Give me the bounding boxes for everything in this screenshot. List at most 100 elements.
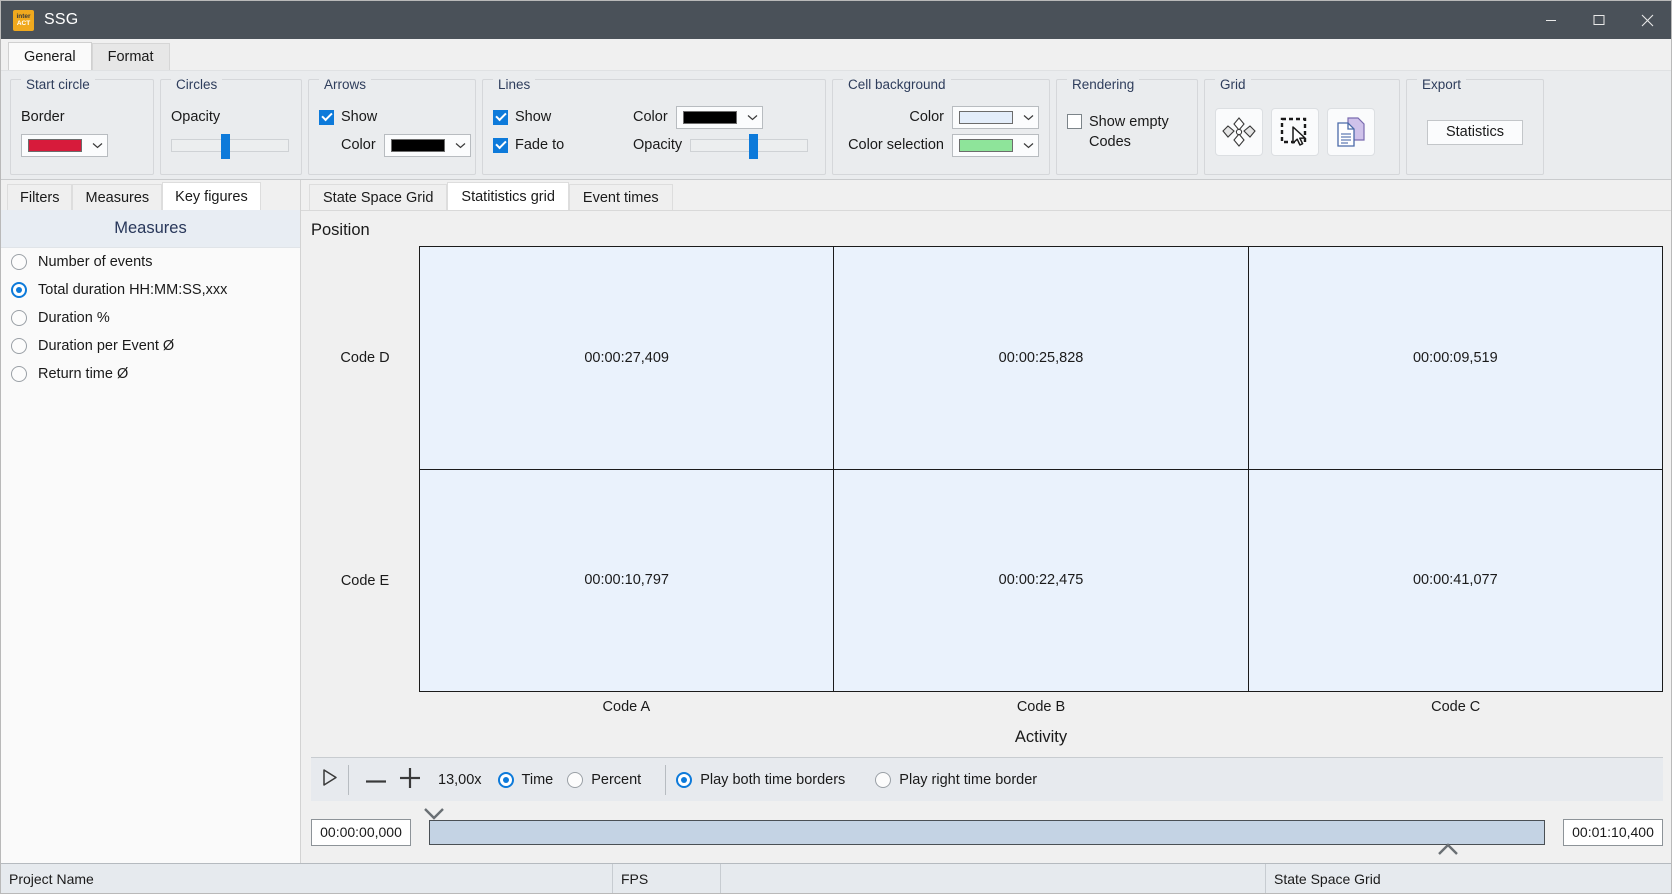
radio-button <box>875 771 892 788</box>
cell-code-d-code-b[interactable]: 00:00:25,828 <box>833 247 1248 469</box>
radio-button <box>11 338 27 354</box>
playback-mode-label: Time <box>521 771 554 788</box>
row-label-code-d: Code D <box>340 349 390 366</box>
group-circles-title: Circles <box>171 78 223 92</box>
cell-code-d-code-a[interactable]: 00:00:27,409 <box>420 247 834 469</box>
arrows-color-combo[interactable] <box>383 133 471 157</box>
playback-mode-percent[interactable]: Percent <box>567 771 641 788</box>
lines-opacity-slider[interactable] <box>690 133 809 159</box>
timeline-right-marker[interactable] <box>1437 843 1459 860</box>
minimize-button[interactable] <box>1527 1 1575 39</box>
group-cell-background: Cell background Color Color selection <box>832 78 1050 175</box>
export-statistics-button[interactable]: Statistics <box>1426 119 1523 145</box>
measure-option-label: Total duration HH:MM:SS,xxx <box>38 282 228 298</box>
cell-code-d-code-c[interactable]: 00:00:09,519 <box>1247 247 1662 469</box>
statistics-grid-chart: Position Code D Code E 00:00:27,409 00:0… <box>301 210 1671 757</box>
measure-option-label: Return time Ø <box>38 366 129 382</box>
play-right-time-border-option[interactable]: Play right time border <box>875 771 1037 788</box>
play-both-time-borders-option[interactable]: Play both time borders <box>676 771 846 788</box>
group-grid: Grid <box>1204 78 1400 175</box>
end-time-field[interactable]: 00:01:10,400 <box>1563 818 1663 846</box>
group-export: Export Statistics <box>1406 78 1544 175</box>
timeline-track[interactable] <box>429 819 1545 845</box>
minimize-icon <box>1546 20 1556 21</box>
grid-copy-button[interactable] <box>1327 108 1375 156</box>
chart-grid-wrapper: Code D Code E 00:00:27,409 00:00:25,828 … <box>311 246 1663 692</box>
tab-measures[interactable]: Measures <box>72 184 163 210</box>
arrows-color-swatch <box>390 138 445 152</box>
measure-option-return-time[interactable]: Return time Ø <box>1 360 300 388</box>
checkbox-box <box>319 109 334 125</box>
left-panel: Filters Measures Key figures Measures Nu… <box>1 180 301 863</box>
measure-option-number-of-events[interactable]: Number of events <box>1 248 300 276</box>
maximize-icon <box>1593 15 1605 25</box>
measure-option-duration-percent[interactable]: Duration % <box>1 304 300 332</box>
group-cell-background-title: Cell background <box>843 78 951 92</box>
group-lines: Lines Show Color Fade to Opacity <box>482 78 826 175</box>
main-body: Filters Measures Key figures Measures Nu… <box>1 180 1671 863</box>
playback-mode-time[interactable]: Time <box>497 771 554 788</box>
border-mode-section: Play both time borders Play right time b… <box>666 758 1061 801</box>
maximize-button[interactable] <box>1575 1 1623 39</box>
chevron-down-icon <box>743 107 762 128</box>
ribbon-tab-format[interactable]: Format <box>91 43 170 70</box>
tab-statistics-grid[interactable]: Statitistics grid <box>447 182 569 210</box>
content-tab-strip: State Space Grid Statitistics grid Event… <box>301 180 1671 210</box>
plus-icon <box>400 767 420 788</box>
chevron-down-icon <box>424 808 444 820</box>
cell-code-e-code-b[interactable]: 00:00:22,475 <box>833 469 1248 691</box>
lines-fade-checkbox[interactable]: Fade to <box>493 137 633 153</box>
copy-document-icon <box>1337 117 1365 147</box>
cell-bg-selection-combo[interactable] <box>952 133 1039 157</box>
zoom-out-button[interactable] <box>359 772 393 788</box>
cell-bg-color-label: Color <box>909 109 944 125</box>
tab-key-figures[interactable]: Key figures <box>162 182 261 210</box>
grid-select-button[interactable] <box>1271 108 1319 156</box>
start-circle-border-label: Border <box>21 109 65 125</box>
cell-bg-color-swatch <box>959 110 1013 124</box>
arrows-color-label: Color <box>341 137 376 153</box>
lines-fade-label: Fade to <box>515 137 565 153</box>
status-mode: State Space Grid <box>1274 870 1381 887</box>
circles-opacity-slider[interactable] <box>171 133 289 159</box>
arrows-show-checkbox[interactable]: Show <box>319 109 377 125</box>
measure-option-duration-per-event[interactable]: Duration per Event Ø <box>1 332 300 360</box>
group-rendering-title: Rendering <box>1067 78 1140 92</box>
zoom-section: 13,00x Time Percent <box>349 758 665 801</box>
group-rendering: Rendering Show empty Codes <box>1056 78 1198 175</box>
chart-y-axis-title: Position <box>311 221 370 239</box>
lines-color-combo[interactable] <box>675 105 763 129</box>
column-label-code-c: Code C <box>1431 699 1481 715</box>
start-time-field[interactable]: 00:00:00,000 <box>311 818 411 846</box>
rendering-show-empty-label-line2: Codes <box>1089 134 1131 150</box>
tab-filters[interactable]: Filters <box>7 184 73 210</box>
lines-show-checkbox[interactable]: Show <box>493 109 633 125</box>
ribbon-tab-general[interactable]: General <box>8 42 92 70</box>
tab-state-space-grid[interactable]: State Space Grid <box>309 184 448 210</box>
timeline-left-marker[interactable] <box>423 807 445 824</box>
grid-arrange-button[interactable] <box>1215 108 1263 156</box>
zoom-level-value: 13,00x <box>438 771 482 788</box>
timeline-bar: 00:00:00,000 00:01:10,400 <box>301 801 1671 863</box>
cell-code-e-code-a[interactable]: 00:00:10,797 <box>420 469 834 691</box>
play-button[interactable] <box>321 768 338 791</box>
status-fps-label: FPS <box>613 864 721 893</box>
cell-code-e-code-c[interactable]: 00:00:41,077 <box>1247 469 1662 691</box>
cell-bg-selection-swatch <box>959 138 1013 152</box>
lines-color-swatch <box>682 110 737 124</box>
cell-bg-color-combo[interactable] <box>952 105 1039 129</box>
rendering-show-empty-checkbox[interactable]: Show empty Codes <box>1067 112 1169 152</box>
rendering-show-empty-label-line1: Show empty <box>1089 114 1169 130</box>
zoom-in-button[interactable] <box>393 767 427 792</box>
group-arrows-title: Arrows <box>319 78 372 92</box>
tab-event-times[interactable]: Event times <box>568 184 673 210</box>
checkbox-box <box>493 109 508 125</box>
measure-option-total-duration[interactable]: Total duration HH:MM:SS,xxx <box>1 276 300 304</box>
slider-thumb[interactable] <box>220 133 230 159</box>
slider-thumb[interactable] <box>749 133 759 159</box>
start-circle-border-color-combo[interactable] <box>21 133 108 157</box>
column-label-code-b: Code B <box>1016 699 1066 715</box>
group-start-circle: Start circle Border <box>10 78 154 175</box>
close-button[interactable] <box>1623 1 1671 39</box>
border-option-label: Play both time borders <box>700 771 846 788</box>
